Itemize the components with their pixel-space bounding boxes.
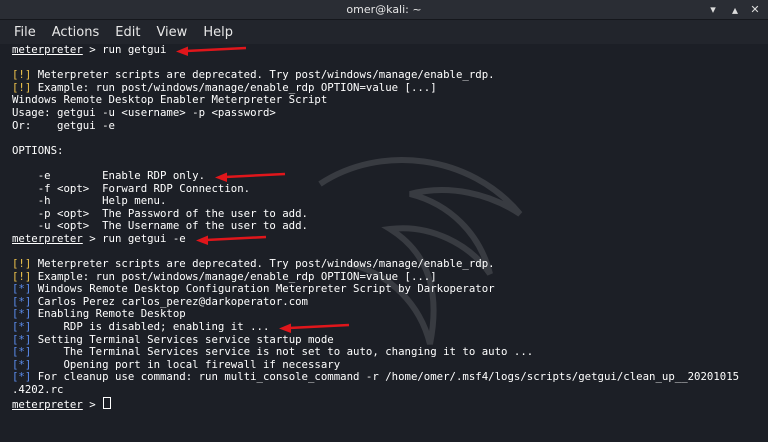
- output-text: Usage: getgui -u <username> -p <password…: [12, 105, 276, 119]
- window-title: omer@kali: ~: [346, 3, 422, 16]
- output-text: Example: run post/windows/manage/enable_…: [31, 269, 437, 283]
- warning-marker: [!]: [12, 68, 32, 82]
- output-text: Enabling Remote Desktop: [31, 307, 186, 321]
- command-text: > run getgui: [82, 44, 167, 56]
- info-marker: [*]: [12, 282, 32, 296]
- info-marker: [*]: [12, 357, 32, 371]
- info-marker: [*]: [12, 294, 32, 308]
- scrollbar[interactable]: [762, 44, 768, 442]
- warning-marker: [!]: [12, 269, 32, 283]
- output-line: Usage: getgui -u <username> -p <password…: [12, 105, 760, 120]
- meterpreter-prompt: meterpreter: [12, 397, 83, 411]
- output-line: Or: getgui -e: [12, 118, 760, 133]
- meterpreter-prompt: meterpreter: [12, 231, 83, 245]
- output-text: Opening port in local firewall if necess…: [31, 357, 341, 371]
- title-bar: omer@kali: ~ ▾ ▴ ✕: [0, 0, 768, 20]
- output-text: Meterpreter scripts are deprecated. Try …: [31, 68, 495, 82]
- output-text: RDP is disabled; enabling it ...: [31, 320, 270, 334]
- output-text: -u <opt> The Username of the user to add…: [12, 219, 308, 233]
- command-text: > run getgui -e: [82, 231, 186, 245]
- annotation-arrow-icon: [176, 46, 247, 56]
- close-icon[interactable]: ✕: [747, 2, 763, 17]
- info-marker: [*]: [12, 332, 32, 346]
- output-text: -h Help menu.: [12, 194, 167, 208]
- command-text: >: [82, 397, 103, 411]
- command-line: meterpreter > run getgui -e: [12, 231, 760, 246]
- info-marker: [*]: [12, 370, 32, 384]
- output-line: .4202.rc: [12, 383, 760, 397]
- output-text: The Terminal Services service is not set…: [31, 345, 534, 359]
- output-text: Setting Terminal Services service startu…: [31, 332, 334, 346]
- output-line: OPTIONS:: [12, 143, 760, 158]
- output-text: For cleanup use command: run multi_conso…: [31, 370, 740, 384]
- menu-help[interactable]: Help: [195, 25, 241, 40]
- output-text: Carlos Perez carlos_perez@darkoperator.c…: [31, 294, 308, 308]
- minimize-icon[interactable]: ▾: [705, 2, 721, 17]
- output-text: Or: getgui -e: [12, 118, 115, 132]
- output-line: [*] For cleanup use command: run multi_c…: [12, 371, 760, 384]
- command-line: meterpreter > run getgui: [12, 44, 760, 57]
- output-text: -f <opt> Forward RDP Connection.: [12, 181, 251, 195]
- maximize-icon[interactable]: ▴: [727, 2, 743, 17]
- output-text: .4202.rc: [12, 383, 64, 397]
- output-text: Windows Remote Desktop Configuration Met…: [31, 282, 495, 296]
- terminal-cursor: [103, 396, 112, 409]
- output-text: OPTIONS:: [12, 143, 64, 157]
- info-marker: [*]: [12, 345, 32, 359]
- terminal-output[interactable]: meterpreter > run getgui [!] Meterpreter …: [0, 44, 768, 442]
- output-text: Example: run post/windows/manage/enable_…: [31, 80, 437, 94]
- info-marker: [*]: [12, 320, 32, 334]
- output-text: Windows Remote Desktop Enabler Meterpret…: [12, 93, 328, 107]
- terminal-window: omer@kali: ~ ▾ ▴ ✕ File Actions Edit Vie…: [0, 0, 768, 442]
- menu-actions[interactable]: Actions: [44, 25, 108, 40]
- meterpreter-prompt: meterpreter: [12, 44, 83, 56]
- menu-view[interactable]: View: [148, 25, 195, 40]
- menu-bar: File Actions Edit View Help: [0, 20, 768, 44]
- output-text: Meterpreter scripts are deprecated. Try …: [31, 257, 495, 271]
- menu-file[interactable]: File: [6, 25, 44, 40]
- warning-marker: [!]: [12, 80, 32, 94]
- warning-marker: [!]: [12, 257, 32, 271]
- output-text: -e Enable RDP only.: [12, 168, 206, 182]
- menu-edit[interactable]: Edit: [107, 25, 148, 40]
- output-text: -p <opt> The Password of the user to add…: [12, 206, 308, 220]
- info-marker: [*]: [12, 307, 32, 321]
- annotation-arrow-icon: [196, 235, 267, 245]
- command-line: meterpreter >: [12, 396, 760, 411]
